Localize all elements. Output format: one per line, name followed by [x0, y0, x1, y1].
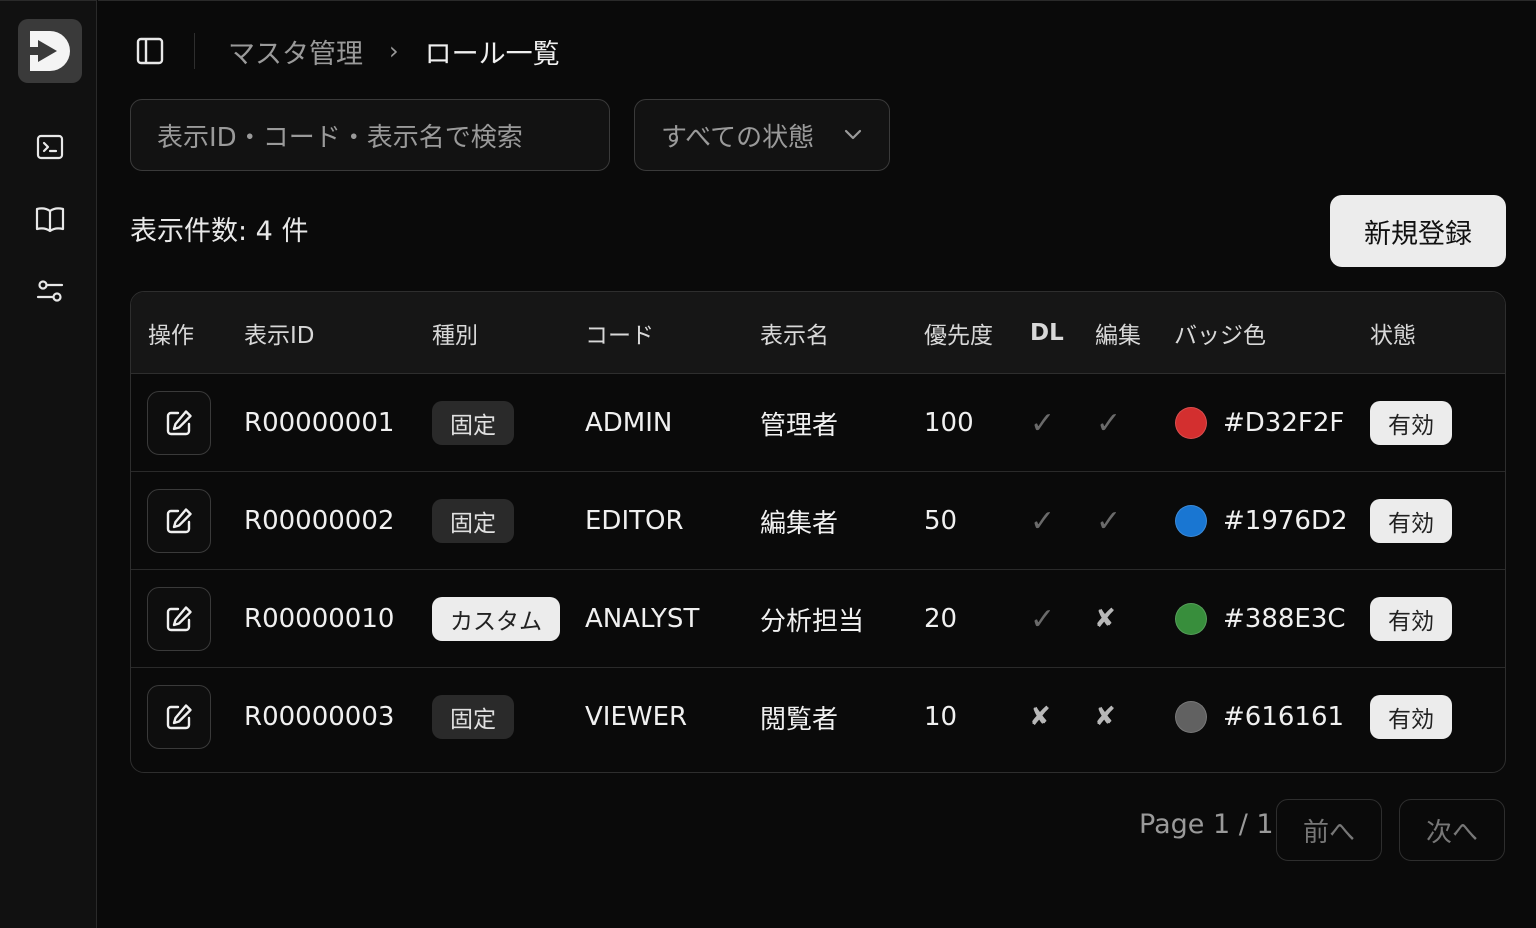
cell-display-name: 分析担当 — [760, 606, 865, 637]
edit-check-icon: ✓ — [1096, 503, 1122, 539]
cell-display-id: R00000003 — [244, 702, 395, 732]
cell-badge-color: #D32F2F — [1223, 408, 1345, 438]
cell-code: EDITOR — [585, 506, 684, 536]
chevron-down-icon — [844, 129, 862, 140]
type-badge: カスタム — [432, 597, 560, 641]
status-badge: 有効 — [1370, 695, 1452, 739]
edit-icon[interactable] — [147, 685, 211, 749]
dl-check-icon: ✓ — [1030, 405, 1056, 441]
search-input[interactable]: 表示ID・コード・表示名で検索 — [130, 99, 610, 171]
cell-display-id: R00000002 — [244, 506, 395, 536]
edit-icon[interactable] — [147, 587, 211, 651]
breadcrumb-parent[interactable]: マスタ管理 — [228, 32, 363, 71]
breadcrumb-separator-icon: › — [389, 37, 399, 65]
cell-display-id: R00000010 — [244, 604, 395, 634]
topbar-divider — [194, 33, 195, 69]
table-row: R00000001 固定 ADMIN 管理者 100 ✓ ✓ #D32F2F 有効 — [131, 374, 1505, 472]
table-header: 操作 表示ID 種別 コード 表示名 優先度 DL 編集 バッジ色 状態 — [131, 292, 1505, 374]
dl-check-icon: ✓ — [1030, 503, 1056, 539]
sidebar-toggle-icon[interactable] — [134, 31, 166, 71]
edit-cross-icon: ✘ — [1094, 702, 1116, 732]
status-badge: 有効 — [1370, 401, 1452, 445]
status-badge: 有効 — [1370, 597, 1452, 641]
color-swatch — [1175, 407, 1207, 439]
settings-sliders-icon[interactable] — [30, 271, 70, 311]
color-swatch — [1175, 505, 1207, 537]
color-swatch — [1175, 701, 1207, 733]
cell-priority: 20 — [924, 604, 958, 634]
dl-check-icon: ✓ — [1030, 601, 1056, 637]
cell-display-name: 閲覧者 — [760, 704, 839, 735]
cell-display-name: 管理者 — [760, 410, 839, 441]
type-badge: 固定 — [432, 499, 514, 543]
record-count: 表示件数: 4 件 — [130, 216, 309, 247]
search-placeholder: 表示ID・コード・表示名で検索 — [157, 122, 523, 153]
header-display-name: 表示名 — [760, 323, 829, 349]
logo-icon[interactable] — [18, 19, 82, 83]
table-row: R00000010 カスタム ANALYST 分析担当 20 ✓ ✘ #388E3C 有効 — [131, 570, 1505, 668]
edit-check-icon: ✓ — [1096, 405, 1122, 441]
header-action: 操作 — [148, 323, 194, 349]
status-filter-value: すべての状態 — [661, 122, 815, 153]
cell-badge-color: #388E3C — [1223, 604, 1346, 634]
header-priority: 優先度 — [924, 323, 993, 349]
header-dl: DL — [1030, 320, 1064, 346]
main-content: マスタ管理 › ロール一覧 表示ID・コード・表示名で検索 すべての状態 表示件… — [98, 0, 1536, 928]
cell-display-id: R00000001 — [244, 408, 395, 438]
color-swatch — [1175, 603, 1207, 635]
cell-badge-color: #616161 — [1223, 702, 1345, 732]
cell-priority: 50 — [924, 506, 958, 536]
prev-page-button[interactable]: 前へ — [1276, 799, 1382, 861]
roles-table: 操作 表示ID 種別 コード 表示名 優先度 DL 編集 バッジ色 状態 R00… — [130, 291, 1506, 773]
header-display-id: 表示ID — [244, 323, 315, 349]
cell-display-name: 編集者 — [760, 508, 839, 539]
page-info: Page 1 / 1 — [1139, 809, 1274, 840]
terminal-icon[interactable] — [30, 127, 70, 167]
table-body: R00000001 固定 ADMIN 管理者 100 ✓ ✓ #D32F2F 有効 R000000… — [131, 374, 1505, 766]
dl-cross-icon: ✘ — [1029, 702, 1051, 732]
header-type: 種別 — [432, 323, 478, 349]
status-filter-select[interactable]: すべての状態 — [634, 99, 890, 171]
type-badge: 固定 — [432, 401, 514, 445]
edit-icon[interactable] — [147, 391, 211, 455]
edit-cross-icon: ✘ — [1094, 604, 1116, 634]
status-badge: 有効 — [1370, 499, 1452, 543]
type-badge: 固定 — [432, 695, 514, 739]
cell-code: ANALYST — [585, 604, 700, 634]
edit-icon[interactable] — [147, 489, 211, 553]
header-badge-color: バッジ色 — [1174, 323, 1266, 349]
breadcrumb: マスタ管理 › ロール一覧 — [228, 27, 560, 75]
breadcrumb-current: ロール一覧 — [424, 38, 560, 70]
table-row: R00000002 固定 EDITOR 編集者 50 ✓ ✓ #1976D2 有効 — [131, 472, 1505, 570]
cell-code: ADMIN — [585, 408, 673, 438]
cell-code: VIEWER — [585, 702, 688, 732]
table-row: R00000003 固定 VIEWER 閲覧者 10 ✘ ✘ #616161 有効 — [131, 668, 1505, 766]
sidebar — [0, 0, 97, 928]
cell-priority: 100 — [924, 408, 974, 438]
header-status: 状態 — [1370, 323, 1416, 349]
cell-priority: 10 — [924, 702, 958, 732]
cell-badge-color: #1976D2 — [1223, 506, 1348, 536]
next-page-button[interactable]: 次へ — [1399, 799, 1505, 861]
header-code: コード — [585, 323, 654, 349]
new-register-button[interactable]: 新規登録 — [1330, 195, 1506, 267]
book-icon[interactable] — [30, 199, 70, 239]
header-edit: 編集 — [1095, 323, 1141, 349]
